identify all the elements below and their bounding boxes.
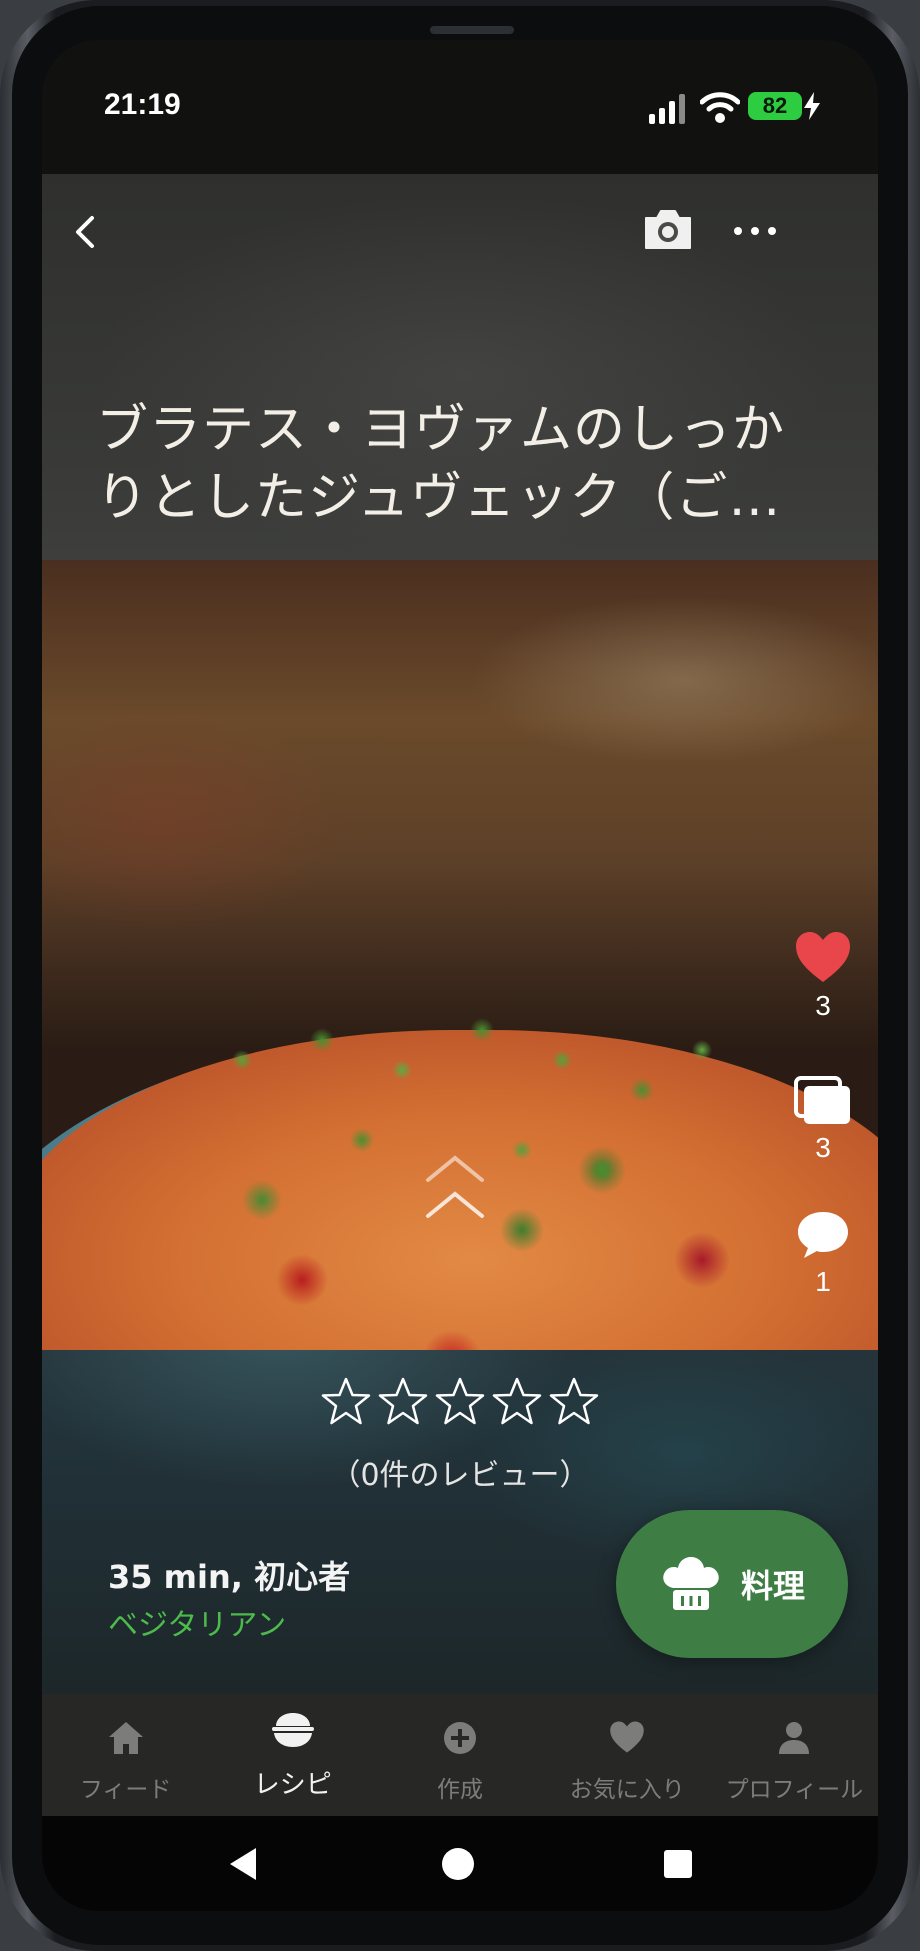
- like-action[interactable]: 3: [788, 930, 858, 1022]
- phone-frame: 21:19 82 ブラテス・ヨヴァムのしっかりとしたジュヴェック（ご… 3 3 …: [0, 0, 920, 1951]
- comment-action[interactable]: 1: [788, 1208, 858, 1298]
- collections-count: 3: [815, 1132, 831, 1163]
- diet-tag[interactable]: ベジタリアン: [108, 1600, 286, 1644]
- person-icon: [779, 1722, 810, 1754]
- tab-profile[interactable]: プロフィール: [711, 1694, 878, 1816]
- star-empty-icon[interactable]: [548, 1376, 600, 1428]
- camera-icon[interactable]: [642, 206, 694, 252]
- tab-recipes[interactable]: レシピ: [209, 1694, 376, 1816]
- status-bar: 21:19 82: [42, 40, 878, 174]
- tab-label: 作成: [437, 1777, 483, 1803]
- cellular-signal-icon: [649, 94, 685, 124]
- rating-stars[interactable]: [320, 1376, 600, 1436]
- home-icon: [108, 1722, 143, 1754]
- earpiece-speaker: [430, 26, 514, 34]
- recipe-photo[interactable]: [42, 560, 878, 1350]
- star-empty-icon[interactable]: [434, 1376, 486, 1428]
- nav-home-icon[interactable]: [440, 1846, 476, 1882]
- tab-create[interactable]: 作成: [376, 1694, 543, 1816]
- back-chevron-icon[interactable]: [64, 210, 108, 254]
- recipe-title: ブラテス・ヨヴァムのしっかりとしたジュヴェック（ご…: [96, 400, 786, 528]
- nav-back-icon[interactable]: [226, 1846, 260, 1882]
- bottom-tab-bar: フィード レシピ 作成 お気に入り プロフィール: [42, 1694, 878, 1816]
- plus-circle-icon: [444, 1722, 476, 1754]
- tab-label: お気に入り: [569, 1777, 685, 1803]
- cook-button[interactable]: 料理: [616, 1510, 848, 1658]
- collections-icon: [794, 1076, 850, 1124]
- app-screen: 21:19 82 ブラテス・ヨヴァムのしっかりとしたジュヴェック（ご… 3 3 …: [42, 40, 878, 1911]
- chef-hat-icon: [663, 1557, 719, 1610]
- collections-action[interactable]: 3: [788, 1076, 858, 1164]
- star-empty-icon[interactable]: [320, 1376, 372, 1428]
- tab-label: フィード: [79, 1777, 172, 1803]
- battery-icon: 82: [748, 92, 802, 120]
- review-count[interactable]: （0件のレビュー）: [42, 1450, 878, 1494]
- tab-feed[interactable]: フィード: [42, 1694, 209, 1816]
- comment-count: 1: [815, 1266, 831, 1297]
- swipe-up-chevron-icon: [426, 1155, 484, 1218]
- nav-recents-icon[interactable]: [662, 1848, 694, 1880]
- recipe-meta: 35 min, 初心者: [108, 1558, 351, 1596]
- status-time: 21:19: [104, 88, 181, 121]
- cook-button-label: 料理: [740, 1567, 805, 1605]
- rice-bowl-icon: [271, 1713, 314, 1747]
- like-count: 3: [815, 990, 831, 1021]
- comment-icon: [798, 1212, 848, 1258]
- wifi-icon: [700, 92, 740, 123]
- charging-bolt-icon: [804, 92, 820, 120]
- star-empty-icon[interactable]: [491, 1376, 543, 1428]
- tab-favorites[interactable]: お気に入り: [544, 1694, 711, 1816]
- tab-label: レシピ: [253, 1770, 332, 1800]
- tab-label: プロフィール: [725, 1777, 864, 1803]
- system-navigation-bar: [42, 1816, 878, 1911]
- more-dots-icon[interactable]: [730, 216, 780, 246]
- heart-icon: [610, 1721, 644, 1753]
- star-empty-icon[interactable]: [377, 1376, 429, 1428]
- heart-icon: [796, 932, 850, 982]
